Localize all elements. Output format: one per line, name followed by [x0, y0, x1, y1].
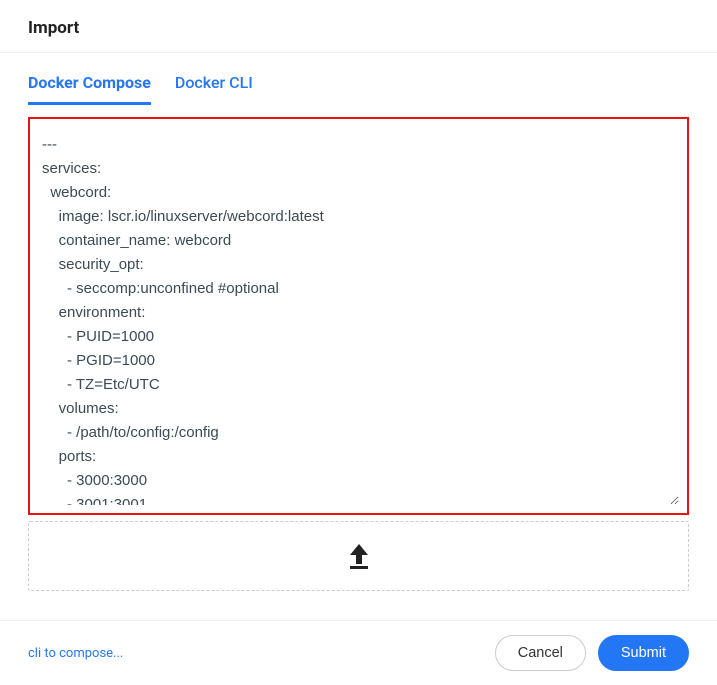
upload-icon [346, 542, 372, 570]
cancel-button[interactable]: Cancel [495, 635, 586, 671]
cli-to-compose-link[interactable]: cli to compose... [28, 646, 123, 661]
dialog-header: Import [0, 0, 717, 53]
submit-button[interactable]: Submit [598, 635, 689, 671]
upload-dropzone[interactable] [28, 521, 689, 591]
tab-docker-compose[interactable]: Docker Compose [28, 73, 151, 105]
tab-bar: Docker Compose Docker CLI [0, 53, 717, 105]
compose-editor-frame [28, 117, 689, 515]
tab-docker-cli[interactable]: Docker CLI [175, 73, 253, 105]
compose-editor[interactable] [38, 127, 679, 505]
dialog-title: Import [28, 18, 689, 38]
dialog-content [0, 105, 717, 620]
import-dialog: Import Docker Compose Docker CLI cli to … [0, 0, 717, 685]
dialog-footer: cli to compose... Cancel Submit [0, 620, 717, 685]
